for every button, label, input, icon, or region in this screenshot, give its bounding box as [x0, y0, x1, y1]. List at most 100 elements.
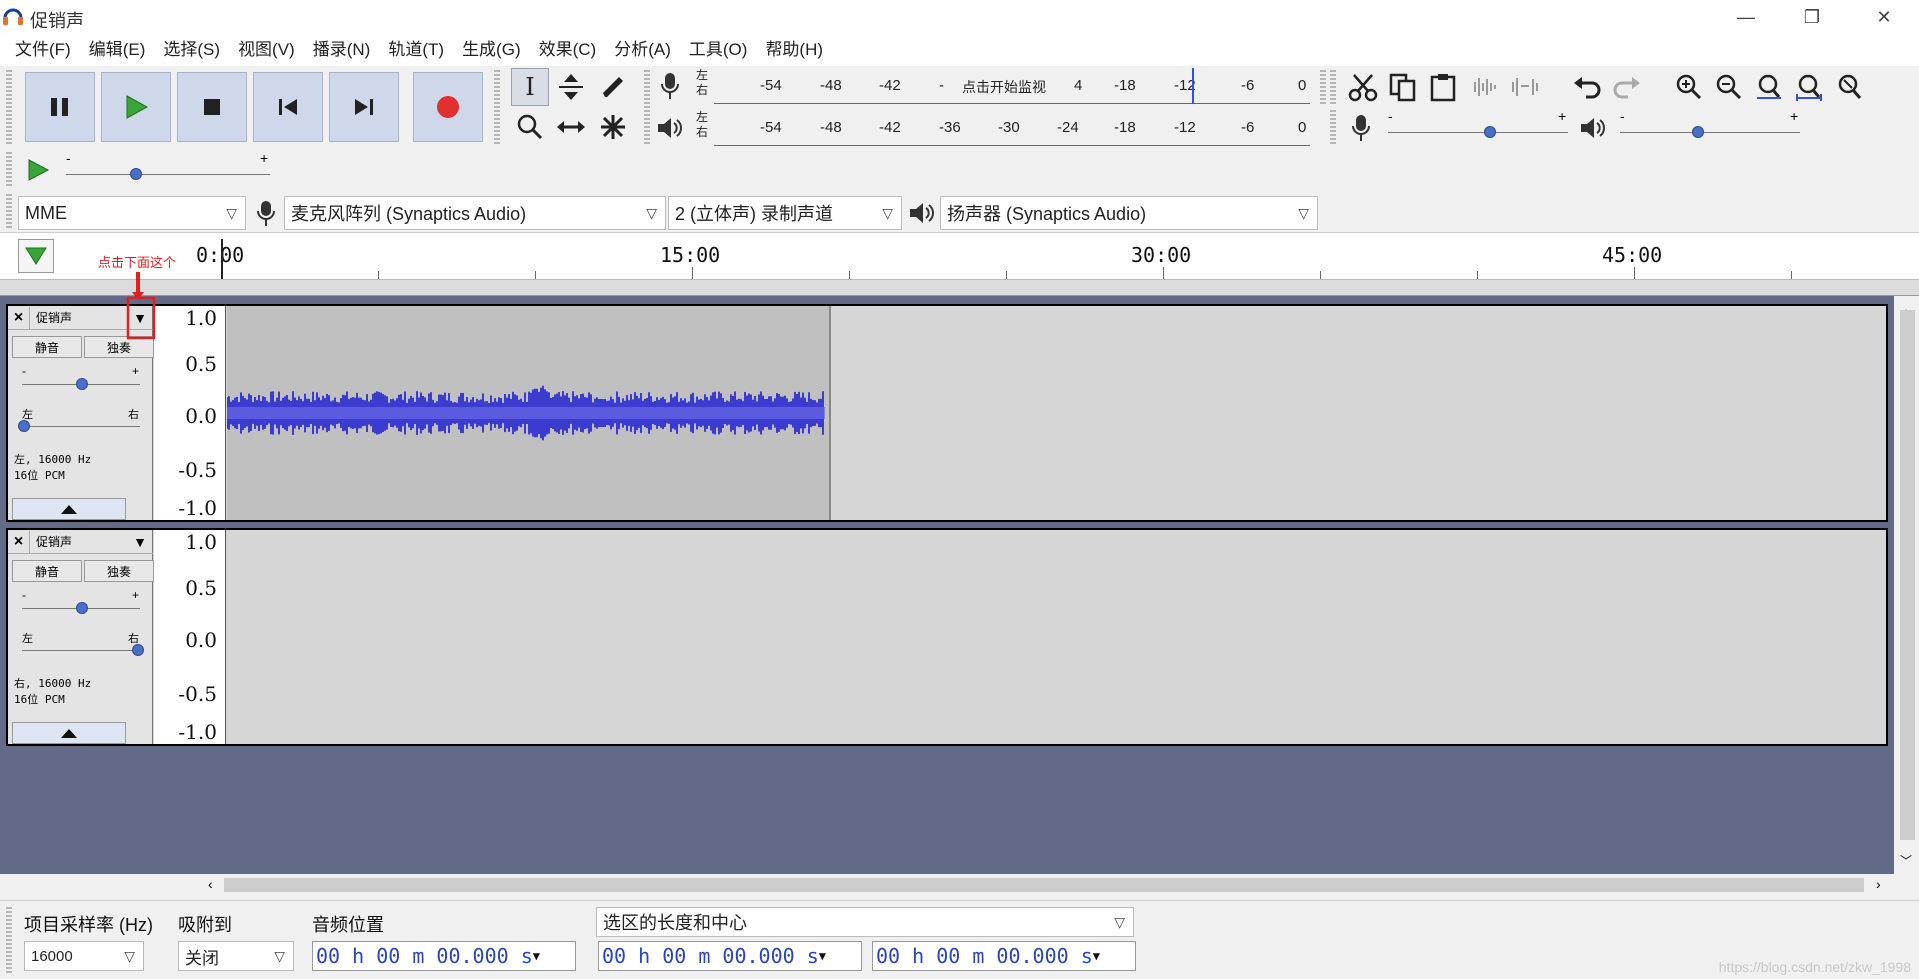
- record-button[interactable]: [413, 72, 483, 142]
- zoom-tool[interactable]: [511, 108, 549, 146]
- play-at-speed-button[interactable]: [20, 152, 56, 188]
- minimize-button[interactable]: —: [1716, 0, 1776, 34]
- output-device-select[interactable]: 扬声器 (Synaptics Audio) ▽: [940, 196, 1318, 230]
- close-button[interactable]: ✕: [1854, 0, 1914, 34]
- input-device-select[interactable]: 麦克风阵列 (Synaptics Audio) ▽: [284, 196, 666, 230]
- audio-position-field[interactable]: 00 h 00 m 00.000 s ▼: [312, 941, 576, 971]
- scrollbar-thumb[interactable]: [1900, 310, 1915, 840]
- menu-select[interactable]: 选择(S): [154, 34, 229, 66]
- menu-effect[interactable]: 效果(C): [530, 34, 606, 66]
- scroll-left-icon[interactable]: ‹: [208, 876, 213, 892]
- toolbar-grip[interactable]: [6, 194, 12, 230]
- selection-end-field[interactable]: 00 h 00 m 00.000 s ▼: [872, 941, 1136, 971]
- audio-track[interactable]: × 促销声 ▼ 静音 独奏 - + 左 右 右, 16000 Hz 16位 PC…: [6, 528, 1888, 746]
- audio-track[interactable]: × 促销声 ▼ 静音 独奏 - + 左 右 左, 16000 Hz 16位 PC…: [6, 304, 1888, 522]
- zoom-in-button[interactable]: [1670, 68, 1708, 106]
- menu-analyze[interactable]: 分析(A): [605, 34, 680, 66]
- toolbar-grip[interactable]: [644, 70, 650, 146]
- track-format-line: 16位 PCM: [14, 469, 65, 482]
- slider-knob[interactable]: [130, 168, 142, 180]
- slider-knob[interactable]: [18, 420, 30, 432]
- slider-knob[interactable]: [132, 644, 144, 656]
- horizontal-scrollbar[interactable]: ‹ ›: [200, 874, 1894, 896]
- copy-button[interactable]: [1384, 68, 1422, 106]
- toolbar-grip[interactable]: [1330, 70, 1336, 106]
- toolbar-grip[interactable]: [1320, 70, 1326, 106]
- slider-knob[interactable]: [1692, 126, 1704, 138]
- selection-tool[interactable]: I: [511, 68, 549, 106]
- solo-button[interactable]: 独奏: [84, 560, 154, 582]
- timeline-ruler[interactable]: 0:00 15:00 30:00 45:00: [0, 232, 1919, 280]
- menu-tracks[interactable]: 轨道(T): [379, 34, 453, 66]
- timeline-options-button[interactable]: [18, 239, 54, 273]
- stop-button[interactable]: [177, 72, 247, 142]
- mute-button[interactable]: 静音: [12, 560, 82, 582]
- skip-end-button[interactable]: [329, 72, 399, 142]
- toolbar-grip[interactable]: [1330, 110, 1336, 146]
- record-volume-slider[interactable]: - +: [1388, 108, 1568, 142]
- playback-volume-slider[interactable]: - +: [1620, 108, 1800, 142]
- input-channels-select[interactable]: 2 (立体声) 录制声道 ▽: [668, 196, 902, 230]
- fit-project-button[interactable]: [1790, 68, 1828, 106]
- close-track-button[interactable]: ×: [8, 306, 30, 329]
- undo-button[interactable]: [1568, 68, 1606, 106]
- stop-icon: [204, 99, 220, 115]
- redo-button[interactable]: [1608, 68, 1646, 106]
- track-name-bar[interactable]: × 促销声 ▼: [8, 530, 153, 554]
- record-meter-button[interactable]: [655, 68, 685, 104]
- toolbar-grip[interactable]: [6, 907, 12, 973]
- play-meter-button[interactable]: [655, 110, 685, 146]
- snap-to-select[interactable]: 关闭 ▽: [178, 941, 294, 971]
- multi-tool[interactable]: [594, 108, 632, 146]
- play-button[interactable]: [101, 72, 171, 142]
- scrollbar-thumb[interactable]: [224, 878, 1864, 892]
- zoom-out-button[interactable]: [1710, 68, 1748, 106]
- scroll-right-icon[interactable]: ›: [1876, 876, 1881, 892]
- menu-transport[interactable]: 播录(N): [304, 34, 380, 66]
- track-menu-dropdown-icon[interactable]: ▼: [133, 534, 147, 550]
- restore-button[interactable]: ❐: [1782, 0, 1842, 34]
- menu-tools[interactable]: 工具(O): [680, 34, 757, 66]
- audio-clip[interactable]: [226, 306, 831, 520]
- menu-generate[interactable]: 生成(G): [453, 34, 530, 66]
- track-gain-slider[interactable]: - +: [22, 364, 140, 392]
- play-meter[interactable]: -54 -48 -42 -36 -30 -24 -18 -12 -6 0: [714, 110, 1310, 146]
- envelope-tool[interactable]: [552, 68, 590, 106]
- pause-button[interactable]: [25, 72, 95, 142]
- skip-start-button[interactable]: [253, 72, 323, 142]
- close-track-button[interactable]: ×: [8, 530, 30, 553]
- menu-edit[interactable]: 编辑(E): [80, 34, 155, 66]
- track-pan-slider[interactable]: 左 右: [22, 633, 144, 658]
- audio-host-select[interactable]: MME ▽: [18, 196, 246, 230]
- selection-mode-select[interactable]: 选区的长度和中心 ▽: [596, 907, 1134, 937]
- cut-button[interactable]: [1344, 68, 1382, 106]
- track-gain-slider[interactable]: - +: [22, 588, 140, 616]
- timeline-scrub-strip[interactable]: [0, 280, 1919, 296]
- selection-start-field[interactable]: 00 h 00 m 00.000 s ▼: [598, 941, 862, 971]
- toolbar-grip[interactable]: [6, 152, 12, 188]
- paste-button[interactable]: [1424, 68, 1462, 106]
- slider-knob[interactable]: [76, 378, 88, 390]
- collapse-track-button[interactable]: [12, 722, 126, 744]
- slider-knob[interactable]: [1484, 126, 1496, 138]
- fit-selection-button[interactable]: [1750, 68, 1788, 106]
- zoom-toggle-button[interactable]: [1830, 68, 1868, 106]
- draw-tool[interactable]: [594, 68, 632, 106]
- time-shift-tool[interactable]: [552, 108, 590, 146]
- silence-button[interactable]: [1506, 68, 1544, 106]
- vertical-scrollbar[interactable]: ︿ ﹀: [1896, 296, 1919, 874]
- project-rate-select[interactable]: 16000 ▽: [24, 941, 144, 971]
- scroll-down-icon[interactable]: ﹀: [1900, 852, 1912, 869]
- menu-view[interactable]: 视图(V): [229, 34, 304, 66]
- menu-file[interactable]: 文件(F): [6, 34, 80, 66]
- toolbar-grip[interactable]: [6, 70, 12, 146]
- menu-help[interactable]: 帮助(H): [756, 34, 832, 66]
- collapse-track-button[interactable]: [12, 498, 126, 520]
- mute-button[interactable]: 静音: [12, 336, 82, 358]
- trim-button[interactable]: [1466, 68, 1504, 106]
- track-pan-slider[interactable]: 左 右: [18, 409, 140, 434]
- play-speed-slider[interactable]: - +: [66, 150, 270, 184]
- record-meter[interactable]: -54 -48 -42 - 点击开始监视 4 -18 -12 -6 0: [714, 68, 1310, 104]
- slider-knob[interactable]: [76, 602, 88, 614]
- toolbar-grip[interactable]: [494, 70, 500, 146]
